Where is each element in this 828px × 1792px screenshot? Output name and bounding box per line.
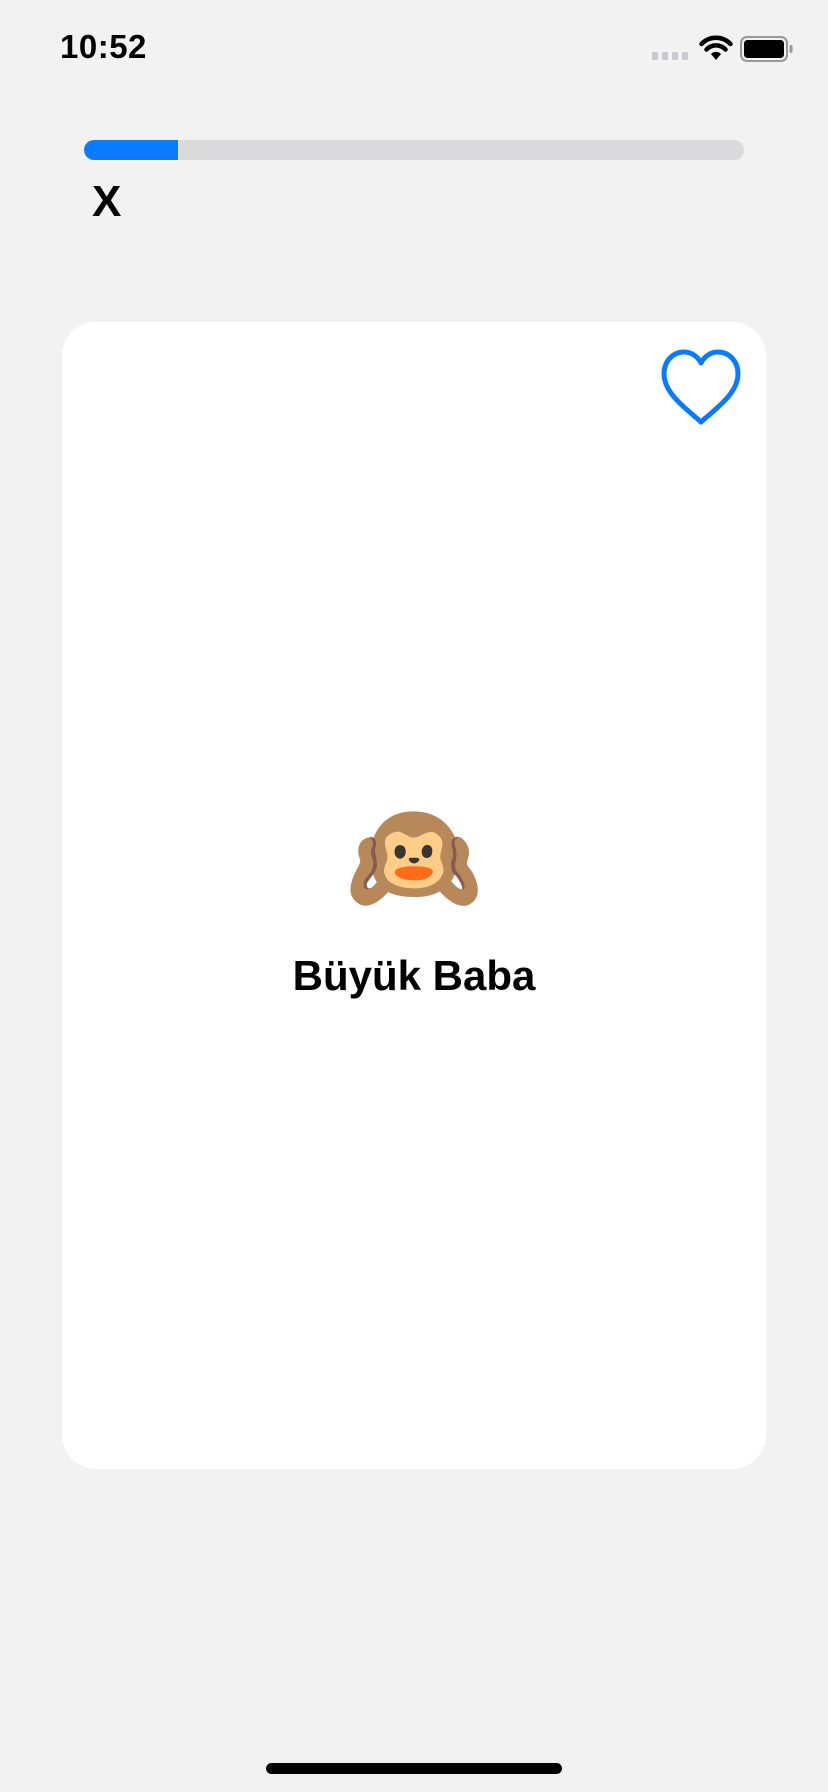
monkey-emoji: 🙉	[345, 796, 483, 919]
status-bar: 10:52	[0, 0, 828, 100]
status-time: 10:52	[60, 28, 147, 65]
battery-icon	[740, 36, 793, 62]
cellular-signal-icon	[652, 52, 688, 60]
flash-card[interactable]: 🙉 Büyük Baba	[62, 322, 766, 1469]
home-indicator[interactable]	[266, 1763, 562, 1774]
progress-bar	[84, 140, 744, 160]
close-button[interactable]: X	[92, 180, 121, 224]
card-word: Büyük Baba	[292, 952, 536, 999]
heart-outline-icon[interactable]	[660, 348, 742, 430]
progress-fill	[84, 140, 179, 160]
wifi-icon	[699, 35, 733, 60]
